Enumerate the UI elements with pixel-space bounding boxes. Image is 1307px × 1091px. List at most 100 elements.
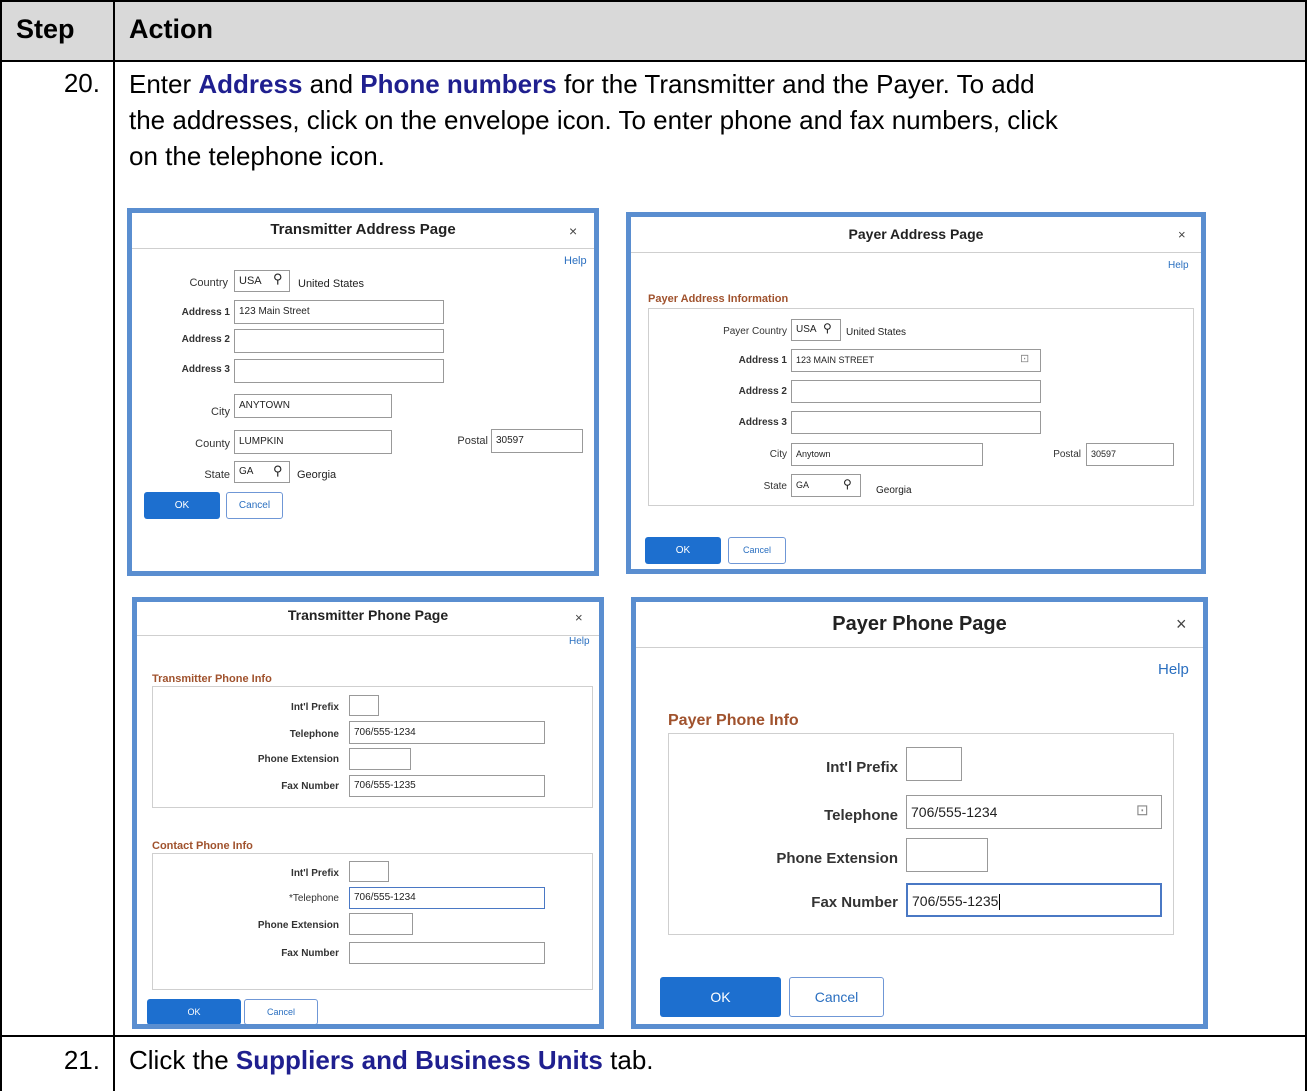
instruction-text: Click the bbox=[129, 1045, 236, 1075]
intl-prefix-label: Int'l Prefix bbox=[826, 759, 898, 776]
intl-prefix-field[interactable] bbox=[906, 747, 962, 781]
state-label: State bbox=[204, 469, 230, 481]
address1-field[interactable]: 123 MAIN STREET bbox=[791, 349, 1041, 372]
table-border-top bbox=[0, 0, 1307, 2]
state-description: Georgia bbox=[876, 485, 912, 496]
keyword-phone-numbers: Phone numbers bbox=[360, 69, 557, 99]
postal-label: Postal bbox=[457, 435, 488, 447]
close-icon[interactable]: × bbox=[569, 223, 577, 239]
telephone-label: Telephone bbox=[289, 729, 339, 740]
search-icon[interactable]: ⚲ bbox=[823, 321, 832, 335]
address2-label: Address 2 bbox=[181, 334, 230, 345]
close-icon[interactable]: × bbox=[1176, 614, 1187, 635]
phone-extension-field[interactable] bbox=[349, 748, 411, 770]
instruction-line: the addresses, click on the envelope ico… bbox=[129, 105, 1058, 135]
transmitter-phone-dialog: Transmitter Phone Page × Help Transmitte… bbox=[132, 597, 604, 1029]
postal-field[interactable]: 30597 bbox=[1086, 443, 1174, 466]
transmitter-address-dialog: Transmitter Address Page × Help Country … bbox=[127, 208, 599, 576]
detail-icon[interactable]: ⊡ bbox=[1020, 352, 1029, 365]
section-title: Contact Phone Info bbox=[152, 840, 253, 852]
intl-prefix-field[interactable] bbox=[349, 861, 389, 882]
postal-field[interactable]: 30597 bbox=[491, 429, 583, 453]
phone-extension-label: Phone Extension bbox=[257, 920, 339, 931]
help-link[interactable]: Help bbox=[1168, 260, 1189, 271]
address2-field[interactable] bbox=[791, 380, 1041, 403]
text-cursor bbox=[999, 894, 1001, 911]
fax-number-field[interactable]: 706/555-1235 bbox=[349, 775, 545, 797]
payer-address-dialog: Payer Address Page × Help Payer Address … bbox=[626, 212, 1206, 574]
phone-extension-field[interactable] bbox=[349, 913, 413, 935]
address1-label: Address 1 bbox=[738, 355, 787, 366]
fax-number-field[interactable] bbox=[349, 942, 545, 964]
intl-prefix-label: Int'l Prefix bbox=[291, 702, 339, 713]
address2-field[interactable] bbox=[234, 329, 444, 353]
close-icon[interactable]: × bbox=[1178, 227, 1186, 242]
search-icon[interactable]: ⚲ bbox=[843, 477, 852, 491]
dialog-title: Transmitter Phone Page bbox=[137, 602, 599, 636]
city-label: City bbox=[211, 406, 230, 418]
fax-number-label: Fax Number bbox=[281, 948, 339, 959]
ok-button[interactable]: OK bbox=[144, 492, 220, 519]
search-icon[interactable]: ⚲ bbox=[273, 463, 283, 479]
instruction-text: tab. bbox=[602, 1045, 654, 1075]
dialog-title: Payer Phone Page bbox=[636, 602, 1203, 648]
step-instruction: Click the Suppliers and Business Units t… bbox=[129, 1042, 654, 1078]
address3-field[interactable] bbox=[791, 411, 1041, 434]
ok-button[interactable]: OK bbox=[147, 999, 241, 1024]
postal-label: Postal bbox=[1053, 449, 1081, 460]
address3-label: Address 3 bbox=[738, 417, 787, 428]
cancel-button[interactable]: Cancel bbox=[728, 537, 786, 564]
cancel-button[interactable]: Cancel bbox=[226, 492, 283, 519]
header-step: Step bbox=[16, 14, 75, 44]
section-title: Transmitter Phone Info bbox=[152, 673, 272, 685]
city-field[interactable]: ANYTOWN bbox=[234, 394, 392, 418]
address1-field[interactable]: 123 Main Street bbox=[234, 300, 444, 324]
section-box bbox=[648, 308, 1194, 506]
payer-country-field[interactable]: USA bbox=[791, 319, 841, 341]
cancel-button[interactable]: Cancel bbox=[789, 977, 884, 1017]
header-action: Action bbox=[129, 14, 213, 44]
step-number: 20. bbox=[63, 68, 100, 98]
telephone-label: Telephone bbox=[824, 807, 898, 824]
county-label: County bbox=[195, 438, 230, 450]
instruction-text: Enter bbox=[129, 69, 199, 99]
search-icon[interactable]: ⚲ bbox=[273, 271, 283, 287]
payer-country-label: Payer Country bbox=[723, 326, 787, 337]
keyword-address: Address bbox=[198, 69, 303, 99]
dialog-title: Payer Address Page bbox=[631, 217, 1201, 253]
row-divider bbox=[0, 1035, 1307, 1037]
detail-icon[interactable]: ⊡ bbox=[1136, 801, 1149, 819]
table-border-left bbox=[0, 0, 2, 1091]
cancel-button[interactable]: Cancel bbox=[244, 999, 318, 1024]
address1-label: Address 1 bbox=[181, 307, 230, 318]
fax-number-label: Fax Number bbox=[281, 781, 339, 792]
instruction-text: and bbox=[302, 69, 361, 99]
telephone-field[interactable]: 706/555-1234 bbox=[349, 887, 545, 909]
keyword-suppliers-tab: Suppliers and Business Units bbox=[235, 1045, 603, 1075]
country-label: Country bbox=[189, 277, 228, 289]
phone-extension-label: Phone Extension bbox=[257, 754, 339, 765]
ok-button[interactable]: OK bbox=[660, 977, 781, 1017]
country-description: United States bbox=[846, 327, 907, 338]
help-link[interactable]: Help bbox=[564, 255, 587, 267]
close-icon[interactable]: × bbox=[575, 610, 583, 625]
telephone-field[interactable]: 706/555-1234 bbox=[349, 721, 545, 744]
intl-prefix-label: Int'l Prefix bbox=[291, 868, 339, 879]
help-link[interactable]: Help bbox=[569, 636, 590, 647]
state-label: State bbox=[763, 481, 787, 492]
telephone-field[interactable]: 706/555-1234 bbox=[906, 795, 1162, 829]
help-link[interactable]: Help bbox=[1158, 661, 1189, 678]
city-field[interactable]: Anytown bbox=[791, 443, 983, 466]
city-label: City bbox=[769, 449, 787, 460]
address3-field[interactable] bbox=[234, 359, 444, 383]
column-divider bbox=[113, 0, 115, 1091]
county-field[interactable]: LUMPKIN bbox=[234, 430, 392, 454]
telephone-label: *Telephone bbox=[288, 893, 339, 904]
intl-prefix-field[interactable] bbox=[349, 695, 379, 716]
dialog-title: Transmitter Address Page bbox=[132, 213, 594, 249]
phone-extension-label: Phone Extension bbox=[776, 850, 898, 867]
fax-number-field[interactable]: 706/555-1235 bbox=[906, 883, 1162, 917]
phone-extension-field[interactable] bbox=[906, 838, 988, 872]
instruction-text: for the Transmitter and the Payer. To ad… bbox=[556, 69, 1035, 99]
ok-button[interactable]: OK bbox=[645, 537, 721, 564]
